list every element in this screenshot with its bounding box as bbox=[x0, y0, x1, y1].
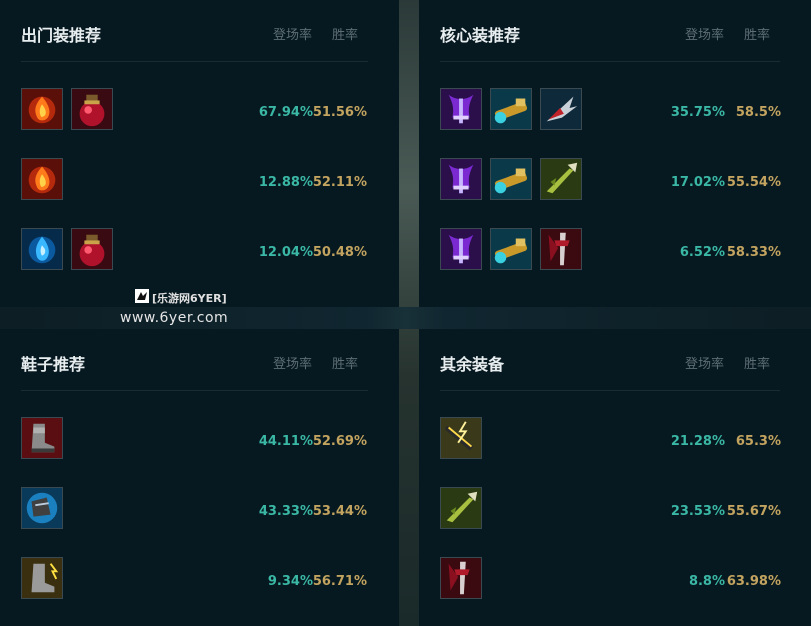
item-build-row[interactable]: 44.11% 52.69% bbox=[21, 417, 369, 463]
dark-seal-icon[interactable] bbox=[21, 228, 63, 270]
section-title: 鞋子推荐 bbox=[21, 355, 86, 374]
pick-rate-value: 12.88% bbox=[258, 175, 313, 190]
win-rate-value: 58.5% bbox=[735, 105, 781, 120]
pick-rate-header: 登场率 bbox=[684, 357, 724, 372]
item-icons bbox=[21, 487, 71, 533]
pick-rate-value: 17.02% bbox=[670, 175, 725, 190]
pick-rate-value: 35.75% bbox=[670, 105, 725, 120]
win-rate-value: 52.11% bbox=[312, 175, 367, 190]
pick-rate-header: 登场率 bbox=[272, 357, 312, 372]
pick-rate-value: 9.34% bbox=[267, 574, 313, 589]
red-blade-icon[interactable] bbox=[540, 228, 582, 270]
watermark-url: www.6yer.com bbox=[120, 310, 229, 326]
win-rate-header: 胜率 bbox=[743, 28, 770, 43]
item-icons bbox=[21, 557, 71, 603]
purple-sword-icon[interactable] bbox=[440, 158, 482, 200]
item-build-row[interactable]: 43.33% 53.44% bbox=[21, 487, 369, 533]
pick-rate-header: 登场率 bbox=[272, 28, 312, 43]
divider bbox=[21, 61, 368, 62]
item-icons bbox=[21, 417, 71, 463]
item-build-row[interactable]: 35.75% 58.5% bbox=[440, 88, 781, 134]
item-icons bbox=[21, 88, 121, 134]
doran-ring-icon[interactable] bbox=[21, 88, 63, 130]
cannon-icon[interactable] bbox=[490, 88, 532, 130]
armored-boots-icon[interactable] bbox=[21, 417, 63, 459]
watermark-logo-text: [乐游网6YER] bbox=[152, 292, 227, 305]
item-icons bbox=[440, 417, 490, 463]
other-items-panel: 其余装备 登场率 胜率 21.28% 65.3% 23.53% 55.67% 8.8% 63.9… bbox=[419, 329, 811, 626]
starter-items-panel: 出门装推荐 登场率 胜率 67.94% 51.56% 12.88% 52.11% 12.04%… bbox=[0, 0, 399, 307]
purple-sword-icon[interactable] bbox=[440, 228, 482, 270]
purple-sword-icon[interactable] bbox=[440, 88, 482, 130]
win-rate-value: 65.3% bbox=[735, 434, 781, 449]
win-rate-value: 50.48% bbox=[312, 245, 367, 260]
cannon-icon[interactable] bbox=[490, 158, 532, 200]
item-build-row[interactable]: 23.53% 55.67% bbox=[440, 487, 781, 533]
section-title: 核心装推荐 bbox=[440, 26, 521, 45]
boots-panel: 鞋子推荐 登场率 胜率 44.11% 52.69% 43.33% 53.44% 9.34% 56… bbox=[0, 329, 399, 626]
win-rate-header: 胜率 bbox=[331, 28, 358, 43]
item-build-row[interactable]: 9.34% 56.71% bbox=[21, 557, 369, 603]
win-rate-header: 胜率 bbox=[743, 357, 770, 372]
win-rate-value: 52.69% bbox=[312, 434, 367, 449]
pick-rate-value: 43.33% bbox=[258, 504, 313, 519]
divider bbox=[440, 390, 780, 391]
item-build-row[interactable]: 6.52% 58.33% bbox=[440, 228, 781, 274]
item-build-row[interactable]: 12.04% 50.48% bbox=[21, 228, 369, 274]
item-icons bbox=[440, 158, 590, 204]
item-build-row[interactable]: 21.28% 65.3% bbox=[440, 417, 781, 463]
item-build-row[interactable]: 8.8% 63.98% bbox=[440, 557, 781, 603]
item-build-row[interactable]: 17.02% 55.54% bbox=[440, 158, 781, 204]
winged-blade-icon[interactable] bbox=[540, 88, 582, 130]
section-header: 出门装推荐 登场率 胜率 bbox=[21, 20, 369, 46]
refillable-potion-icon[interactable] bbox=[71, 228, 113, 270]
mercury-boots-icon[interactable] bbox=[21, 487, 63, 529]
item-build-row[interactable]: 67.94% 51.56% bbox=[21, 88, 369, 134]
section-title: 出门装推荐 bbox=[21, 26, 102, 45]
item-icons bbox=[440, 228, 590, 274]
green-spear-icon[interactable] bbox=[440, 487, 482, 529]
pick-rate-value: 21.28% bbox=[670, 434, 725, 449]
watermark: [乐游网6YER] www.6yer.com bbox=[118, 288, 248, 332]
win-rate-value: 55.67% bbox=[726, 504, 781, 519]
pick-rate-value: 8.8% bbox=[688, 574, 725, 589]
section-header: 其余装备 登场率 胜率 bbox=[440, 349, 781, 375]
divider bbox=[21, 390, 368, 391]
win-rate-value: 56.71% bbox=[312, 574, 367, 589]
lightning-blade-icon[interactable] bbox=[440, 417, 482, 459]
swift-boots-icon[interactable] bbox=[21, 557, 63, 599]
item-build-row[interactable]: 12.88% 52.11% bbox=[21, 158, 369, 204]
pick-rate-value: 44.11% bbox=[258, 434, 313, 449]
pick-rate-value: 12.04% bbox=[258, 245, 313, 260]
win-rate-value: 51.56% bbox=[312, 105, 367, 120]
pick-rate-value: 23.53% bbox=[670, 504, 725, 519]
watermark-logo-icon bbox=[135, 289, 149, 303]
divider bbox=[440, 61, 780, 62]
section-header: 鞋子推荐 登场率 胜率 bbox=[21, 349, 369, 375]
core-items-panel: 核心装推荐 登场率 胜率 35.75% 58.5% 17.02% 55.54% 6.52% 58… bbox=[419, 0, 811, 307]
item-icons bbox=[21, 158, 71, 204]
section-title: 其余装备 bbox=[440, 355, 505, 374]
item-icons bbox=[440, 557, 490, 603]
cannon-icon[interactable] bbox=[490, 228, 532, 270]
doran-ring-icon[interactable] bbox=[21, 158, 63, 200]
win-rate-value: 55.54% bbox=[726, 175, 781, 190]
win-rate-value: 63.98% bbox=[726, 574, 781, 589]
green-spear-icon[interactable] bbox=[540, 158, 582, 200]
pick-rate-value: 6.52% bbox=[679, 245, 725, 260]
item-icons bbox=[440, 88, 590, 134]
item-icons bbox=[440, 487, 490, 533]
refillable-potion-icon[interactable] bbox=[71, 88, 113, 130]
win-rate-value: 58.33% bbox=[726, 245, 781, 260]
win-rate-value: 53.44% bbox=[312, 504, 367, 519]
pick-rate-header: 登场率 bbox=[684, 28, 724, 43]
item-icons bbox=[21, 228, 121, 274]
red-blade-icon[interactable] bbox=[440, 557, 482, 599]
win-rate-header: 胜率 bbox=[331, 357, 358, 372]
pick-rate-value: 67.94% bbox=[258, 105, 313, 120]
section-header: 核心装推荐 登场率 胜率 bbox=[440, 20, 781, 46]
